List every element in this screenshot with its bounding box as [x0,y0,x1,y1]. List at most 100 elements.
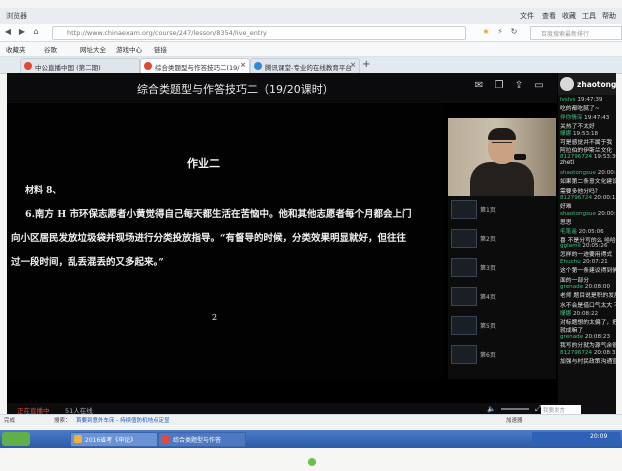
chat-message: grenade 20:08:00 老师 题目说是积的发展 [560,284,616,299]
volume-icon[interactable]: 🔈 [487,405,496,413]
forward-icon[interactable]: ▶ [16,27,28,38]
chat-header: zhaotong [558,73,616,95]
teacher-body [470,162,534,196]
menu-view[interactable]: 查看 [542,11,556,21]
minimize-icon[interactable]: ▭ [533,80,545,92]
slide-thumbnail[interactable] [451,287,477,306]
browser-title-bar: 浏览器 文件 查看 收藏 工具 帮助 [0,8,622,25]
chat-message: 812796724 20:00:13好难 [560,195,616,210]
teacher-hair [488,128,516,140]
close-tab-icon[interactable]: × [240,61,246,69]
slide-thumbnail[interactable] [451,229,477,248]
address-bar-row: ◀ ▶ ⌂ http://www.chinaexam.org/course/24… [0,24,622,42]
taskbar-button-label: 综合类题型与作答 [173,437,222,444]
url-text: http://www.chinaexam.org/course/247/less… [67,29,267,37]
app-icon [74,435,82,443]
bookmark-links[interactable]: 链接 [154,44,167,54]
status-search-label: 搜索： [54,418,71,424]
chat-message: shaotongsue 20:00:22思思 [560,211,616,226]
thumbnail-label: 第2页 [480,236,496,243]
back-icon[interactable]: ◀ [2,27,14,38]
tab-tencent-classroom[interactable]: 腾讯课堂-专业的在线教育平台 × [250,58,360,73]
chat-message-text: zhetl [560,160,575,166]
chat-input[interactable]: 我要发言 [541,405,581,414]
taskbar-button[interactable]: 2016省考《申论》 [70,432,158,447]
chat-message-text: 加强与村民政策沟通宣传？ [560,359,616,365]
chat-message: shaotongsue 20:00:04如果第二条意文化建设 [560,170,616,185]
chat-timestamp: 20:00:22 [597,211,616,217]
clock: 20:09 [590,433,608,440]
slide-material: 材料 8、 [25,186,62,196]
menu-help[interactable]: 帮助 [602,11,616,21]
thumbnail-label: 第1页 [480,207,496,214]
slide-paragraph-3: 过一段时间，乱丢混丢的又多起来。” [11,257,164,268]
bookmark-games[interactable]: 游戏中心 [116,44,142,54]
chat-message-text: 阿拉伯的伊斯兰文化 [560,148,613,154]
chat-message: Ehuchu 20:07:21 这个第一条建议得到佛 [560,259,616,274]
close-tab-icon[interactable]: × [350,61,356,69]
app-icon [162,435,170,443]
file-icon[interactable]: ❐ [493,80,505,92]
menu-file[interactable]: 文件 [520,11,534,21]
taskbar-button[interactable]: 综合类题型与作答 [158,432,246,447]
chat-message: gglamil 20:05:26 怎样的一迹要用得式 [560,243,616,258]
refresh-icon[interactable]: ↻ [508,27,520,38]
tab-bar: 中公直播中国 (第二期) 综合类题型与作答技巧二(19/ × 腾讯课堂-专业的在… [0,57,622,74]
chat-message: 姗娜 19:53:18 可是感觉并不属于我 [560,129,616,146]
share-icon[interactable]: ⇪ [513,80,525,92]
slide-thumbnail[interactable] [451,345,477,364]
slide-thumbnail[interactable] [451,200,477,219]
chat-message: 水不会是借口气太大 不在 [560,300,616,309]
thumbnail-label: 第3页 [480,265,496,272]
status-link[interactable]: 首要到意外车床 - 持续值防机地点定显 [76,416,169,424]
tab-lesson[interactable]: 综合类题型与作答技巧二(19/ × [140,58,250,73]
tab-live-china[interactable]: 中公直播中国 (第二期) [20,58,140,73]
chat-message: grenade 20:08:23我写的分就为源气余很分 [560,334,616,349]
avatar [560,77,574,91]
teacher-video[interactable] [448,118,556,196]
chat-message-text: 需要多他分吗？ [560,189,601,195]
chat-message: 毛笔遥 20:05:06 喜 不是分写的么 哈哈 [560,227,616,244]
thumbnail-label: 第4页 [480,294,496,301]
slide-heading: 作业二 [187,157,220,170]
lightning-icon[interactable]: ⚡ [494,27,506,38]
chat-message: lvslvs 19:47:39 吃的都吃腻了~ [560,97,616,112]
chat-message-text: 老师 题目说是积的发展 [560,293,616,299]
taskbar-button-label: 2016省考《申论》 [85,437,137,444]
chat-message-text: 如果第二条意文化建设 [560,179,616,185]
chat-message-user: 毛笔遥 20:05:06 [560,227,616,235]
chat-message: 姗娜 20:08:22对标题想的太偏了，把握 [560,309,616,326]
menu-favorites[interactable]: 收藏 [562,11,576,21]
status-text: 完成 [4,418,16,424]
status-accelerator[interactable]: 加速器 [506,416,523,424]
current-username: zhaotong [577,80,616,89]
bookmark-sites[interactable]: 网址大全 [80,44,106,54]
menu-tools[interactable]: 工具 [582,11,596,21]
mail-icon[interactable]: ✉ [473,80,485,92]
home-icon[interactable]: ⌂ [30,27,42,38]
slide-thumbnail[interactable] [451,258,477,277]
start-button[interactable] [2,432,30,446]
search-placeholder: 百度搜索最新排行 [541,31,590,38]
tab-favicon-icon [254,62,262,70]
bookmark-bar: 收藏夹 谷歌 网址大全 游戏中心 链接 [0,42,622,57]
star-icon[interactable]: ★ [480,27,492,38]
bookmark-favorites[interactable]: 收藏夹 [6,44,26,54]
new-tab-button[interactable]: + [362,59,370,70]
url-field[interactable]: http://www.chinaexam.org/course/247/less… [52,26,466,40]
chat-message-user: 姗娜 20:08:22 [560,309,616,317]
slide-thumbnail[interactable] [451,316,477,335]
chat-message-text: 面的一部分 [560,278,589,284]
tab-favicon-icon [24,62,32,70]
volume-slider[interactable] [501,408,529,410]
thumbnail-label: 第5页 [480,323,496,330]
chat-message: 需要多他分吗？ [560,186,616,195]
chat-message-user: 伴你情深 19:47:43 [560,113,616,121]
chat-message-text: 水不会是借口气太大 不在 [560,303,616,309]
app-name: 浏览器 [6,12,27,20]
tab-favicon-icon [144,62,152,70]
slide-thumbnails: 第1页 第2页 第3页 第4页 第5页 第6页 [448,196,556,379]
chat-message-text: 吃的都吃腻了~ [560,106,600,112]
search-field[interactable]: 百度搜索最新排行 [530,26,622,40]
bookmark-google[interactable]: 谷歌 [44,44,57,54]
